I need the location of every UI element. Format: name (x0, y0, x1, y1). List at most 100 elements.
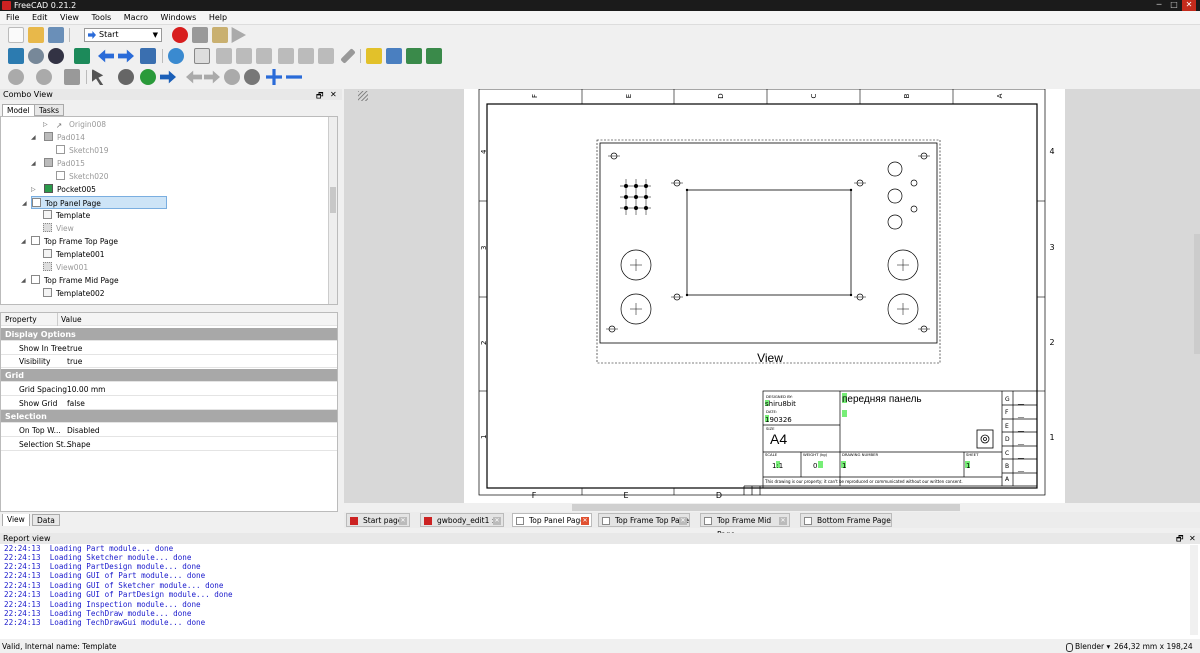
menu-macro[interactable]: Macro (120, 11, 152, 25)
link-icon[interactable] (406, 48, 422, 64)
top-view-icon[interactable] (236, 48, 252, 64)
navigation-style[interactable]: Blender ▾ (1075, 641, 1110, 653)
forward-icon[interactable] (118, 49, 134, 63)
tree-item-top-frame-top-page[interactable]: ◢ Top Frame Top Page (21, 235, 118, 248)
bottom-view-icon[interactable] (298, 48, 314, 64)
tree-item-origin008[interactable]: ▷ ↗ Origin008 (43, 118, 106, 131)
tab-top-panel-page[interactable]: Top Panel Page ✕ (512, 513, 592, 527)
web-forward-icon[interactable] (204, 70, 220, 84)
tree-item-template[interactable]: Template (43, 209, 90, 222)
tree-item-view001[interactable]: View001 (43, 261, 88, 274)
whats-this-icon[interactable] (92, 69, 104, 85)
next-icon[interactable] (160, 70, 176, 84)
tab-model[interactable]: Model (2, 104, 35, 116)
tree-item-sketch020[interactable]: Sketch020 (56, 170, 109, 183)
menu-windows[interactable]: Windows (157, 11, 201, 25)
tab-data[interactable]: Data (32, 514, 60, 526)
log-line: 22:24:13 Loading TechDraw module... done (4, 609, 192, 618)
rear-view-icon[interactable] (278, 48, 294, 64)
stop-macro-icon[interactable] (192, 27, 208, 43)
sync-view-icon[interactable] (140, 48, 156, 64)
drawing-viewport[interactable]: F E D C B A F E D 4 3 2 1 4 3 2 1 View D… (344, 89, 1200, 503)
redo-icon[interactable] (36, 69, 52, 85)
prop-group-display[interactable]: Display Options (1, 328, 337, 341)
workbench-selector[interactable]: Start ▼ (84, 28, 162, 42)
bounding-box-icon[interactable] (74, 48, 90, 64)
tab-gwbody-edit1[interactable]: gwbody_edit1 : 1 ✕ (420, 513, 504, 527)
right-view-icon[interactable] (256, 48, 272, 64)
web-icon[interactable] (140, 69, 156, 85)
web-back-icon[interactable] (186, 70, 202, 84)
close-panel-icon[interactable]: ✕ (1189, 533, 1196, 544)
tree-scroll-thumb[interactable] (330, 187, 336, 213)
menu-file[interactable]: File (2, 11, 23, 25)
tab-bottom-frame-page[interactable]: Bottom Frame Page (800, 513, 892, 527)
run-macro-icon[interactable] (231, 27, 246, 43)
tree-item-pocket005[interactable]: ▷ Pocket005 (31, 183, 96, 196)
tree-item-pad014[interactable]: ◢ Pad014 (31, 131, 85, 144)
float-panel-icon[interactable]: 🗗 (1176, 533, 1184, 544)
fit-selection-icon[interactable] (28, 48, 44, 64)
draw-style-icon[interactable] (48, 48, 64, 64)
link-actions-icon[interactable] (426, 48, 442, 64)
tab-tasks[interactable]: Tasks (34, 104, 65, 116)
hscroll-thumb[interactable] (572, 504, 960, 511)
zoom-in-icon[interactable] (266, 69, 282, 85)
undo-icon[interactable] (8, 69, 24, 85)
menu-edit[interactable]: Edit (28, 11, 52, 25)
front-view-icon[interactable] (216, 48, 232, 64)
tree-item-top-panel-page[interactable]: ◢ Top Panel Page (22, 196, 167, 209)
prop-row[interactable]: Grid Spacing 10.00 mm (1, 383, 337, 396)
measure-icon[interactable] (340, 48, 356, 64)
tab-start-page[interactable]: Start page ✕ (346, 513, 410, 527)
isometric-icon[interactable] (194, 48, 210, 64)
prop-row[interactable]: Selection St... Shape (1, 438, 337, 451)
fit-all-icon[interactable] (8, 48, 24, 64)
page-icon (31, 236, 40, 245)
std-views-icon[interactable] (168, 48, 184, 64)
techdraw-page-svg: F E D C B A F E D 4 3 2 1 4 3 2 1 View D… (464, 89, 1065, 503)
tree-item-template002[interactable]: Template002 (43, 287, 105, 300)
close-panel-icon[interactable]: ✕ (330, 90, 337, 99)
part-icon[interactable] (366, 48, 382, 64)
group-icon[interactable] (386, 48, 402, 64)
viewport-vscroll[interactable] (1194, 234, 1200, 354)
tree-item-template001[interactable]: Template001 (43, 248, 105, 261)
menu-view[interactable]: View (56, 11, 83, 25)
edit-macro-icon[interactable] (212, 27, 228, 43)
prop-row[interactable]: On Top W... Disabled (1, 424, 337, 437)
maximize-button[interactable]: □ (1167, 0, 1181, 11)
left-view-icon[interactable] (318, 48, 334, 64)
tree-item-pad015[interactable]: ◢ Pad015 (31, 157, 85, 170)
prop-group-grid[interactable]: Grid (1, 369, 337, 382)
prop-row[interactable]: Show Grid false (1, 397, 337, 410)
back-icon[interactable] (98, 49, 114, 63)
zoom-out-icon[interactable] (286, 75, 302, 79)
tab-top-frame-mid-page[interactable]: Top Frame Mid Page✕ (700, 513, 790, 539)
cancel-icon[interactable] (118, 69, 134, 85)
tree-scrollbar[interactable] (328, 117, 337, 304)
prop-row[interactable]: Show In Tree true (1, 342, 337, 355)
svg-text:E: E (1005, 423, 1009, 430)
tree-item-sketch019[interactable]: Sketch019 (56, 144, 109, 157)
prop-row[interactable]: Visibility true (1, 355, 337, 368)
tree-item-view[interactable]: View (43, 222, 74, 235)
web-refresh-icon[interactable] (224, 69, 240, 85)
record-macro-icon[interactable] (172, 27, 188, 43)
tab-top-frame-top-page[interactable]: Top Frame Top Page ✕ (598, 513, 690, 527)
menu-help[interactable]: Help (205, 11, 231, 25)
prop-group-selection[interactable]: Selection (1, 410, 337, 423)
viewport-hscroll[interactable] (344, 503, 1200, 512)
web-stop-icon[interactable] (244, 69, 260, 85)
menu-tools[interactable]: Tools (88, 11, 116, 25)
open-folder-icon[interactable] (28, 27, 44, 43)
close-window-button[interactable]: ✕ (1182, 0, 1196, 11)
tab-view[interactable]: View (2, 514, 30, 526)
refresh-icon[interactable] (64, 69, 80, 85)
tree-item-top-frame-mid-page[interactable]: ◢ Top Frame Mid Page (21, 274, 119, 287)
report-scrollbar[interactable] (1190, 545, 1198, 635)
minimize-button[interactable]: ─ (1152, 0, 1166, 11)
float-panel-icon[interactable]: 🗗 (316, 90, 324, 104)
new-document-icon[interactable] (8, 27, 24, 43)
save-icon[interactable] (48, 27, 64, 43)
